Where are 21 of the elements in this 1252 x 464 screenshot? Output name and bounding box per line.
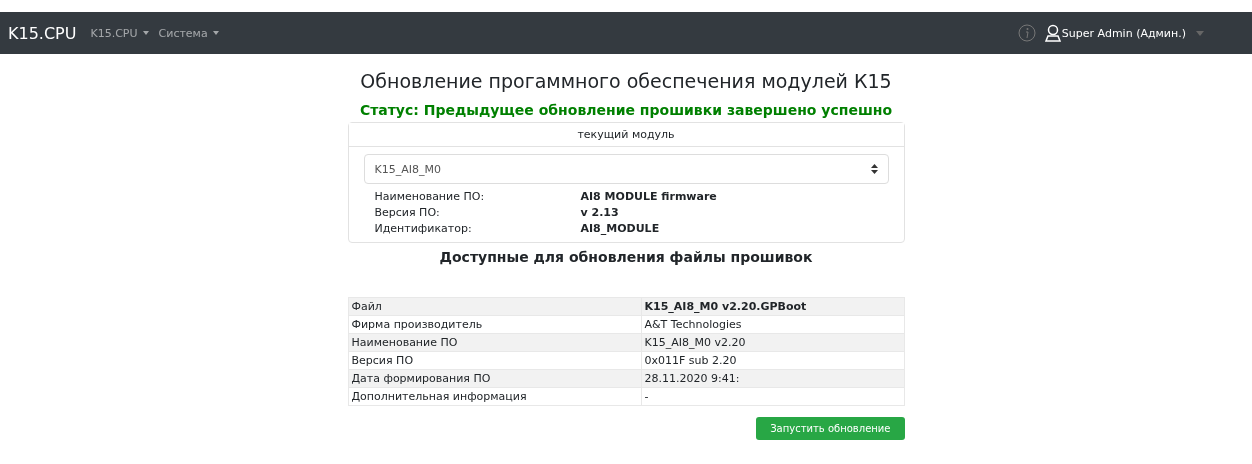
sort-arrows-icon: [870, 164, 878, 174]
field-value: AI8 MODULE firmware: [580, 189, 718, 205]
field-value: v 2.13: [580, 205, 620, 221]
caret-icon[interactable]: [1196, 30, 1204, 36]
card-header: текущий модуль: [348, 123, 904, 147]
user-menu[interactable]: Super Admin (Админ.): [1061, 26, 1186, 40]
table-cell: K15_AI8_M0 v2.20.GPBoot: [641, 297, 904, 316]
field-label: Наименование ПО:: [374, 189, 486, 205]
status-text: Статус: Предыдущее обновление прошивки завершено успешно: [359, 102, 893, 118]
nav-menu[interactable]: K15.CPU: [90, 26, 149, 40]
field-value: AI8_MODULE: [580, 221, 661, 237]
module-select[interactable]: K15_AI8_M0: [363, 154, 889, 184]
section-heading: Доступные для обновления файлы прошивок: [439, 249, 813, 265]
info-icon[interactable]: [1017, 24, 1036, 42]
user-icon[interactable]: [1043, 24, 1062, 42]
brand-link[interactable]: K15.CPU: [8, 23, 77, 43]
field-label: Идентификатор:: [374, 221, 473, 237]
field-label: Версия ПО:: [374, 205, 441, 221]
page-title: Обновление прогаммного обеспечения модулей К15: [360, 70, 892, 92]
table-cell: Файл: [348, 297, 641, 316]
nav-menu[interactable]: Система: [158, 26, 219, 40]
